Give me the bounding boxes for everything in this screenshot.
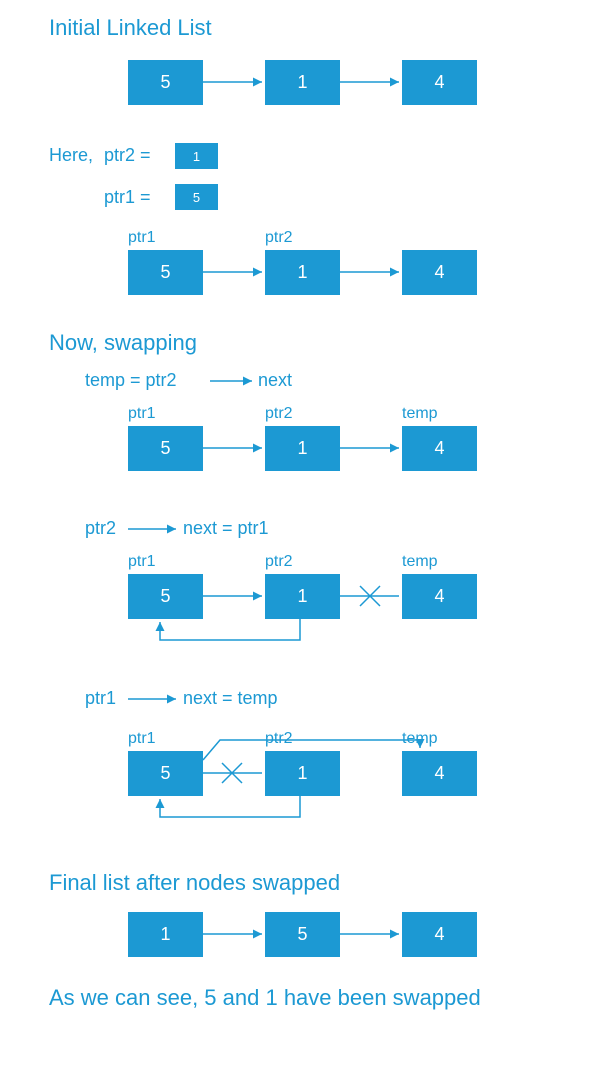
node-row4-a: 5 <box>128 574 203 619</box>
node-row6-a: 1 <box>128 912 203 957</box>
node-row2-a: 5 <box>128 250 203 295</box>
label-row3-ptr2: ptr2 <box>265 405 293 423</box>
node-row1-a: 5 <box>128 60 203 105</box>
label-step2-lhs: ptr2 <box>85 518 116 539</box>
label-row4-ptr1: ptr1 <box>128 553 156 571</box>
node-row5-c: 4 <box>402 751 477 796</box>
mini-node-ptr2: 1 <box>175 143 218 169</box>
label-step3-lhs: ptr1 <box>85 688 116 709</box>
node-row4-b: 1 <box>265 574 340 619</box>
label-step1-next: next <box>258 370 292 391</box>
heading-swapping: Now, swapping <box>49 330 197 356</box>
arrow-row5-loopback <box>160 796 300 817</box>
x-mark-row4-a <box>360 586 380 606</box>
heading-final: Final list after nodes swapped <box>49 870 340 896</box>
label-here: Here, <box>49 145 93 166</box>
node-row6-b: 5 <box>265 912 340 957</box>
label-row5-ptr1: ptr1 <box>128 730 156 748</box>
node-row3-a: 5 <box>128 426 203 471</box>
label-row3-temp: temp <box>402 405 438 423</box>
x-mark-row5-a <box>222 763 242 783</box>
heading-initial: Initial Linked List <box>49 15 212 41</box>
node-row2-b: 1 <box>265 250 340 295</box>
mini-node-ptr1: 5 <box>175 184 218 210</box>
label-row2-ptr2: ptr2 <box>265 229 293 247</box>
label-row4-ptr2: ptr2 <box>265 553 293 571</box>
node-row3-b: 1 <box>265 426 340 471</box>
arrow-row4-loopback <box>160 619 300 640</box>
node-row5-b: 1 <box>265 751 340 796</box>
node-row1-c: 4 <box>402 60 477 105</box>
label-step3-rhs: next = temp <box>183 688 278 709</box>
label-row5-ptr2: ptr2 <box>265 730 293 748</box>
heading-conclusion: As we can see, 5 and 1 have been swapped <box>49 985 481 1011</box>
label-row3-ptr1: ptr1 <box>128 405 156 423</box>
node-row6-c: 4 <box>402 912 477 957</box>
label-ptr2-eq: ptr2 = <box>104 145 151 166</box>
label-row4-temp: temp <box>402 553 438 571</box>
label-ptr1-eq: ptr1 = <box>104 187 151 208</box>
node-row5-a: 5 <box>128 751 203 796</box>
x-mark-row5-b <box>222 763 242 783</box>
node-row3-c: 4 <box>402 426 477 471</box>
x-mark-row4-b <box>360 586 380 606</box>
label-row5-temp: temp <box>402 730 438 748</box>
node-row2-c: 4 <box>402 250 477 295</box>
label-step2-rhs: next = ptr1 <box>183 518 269 539</box>
label-step1-lhs: temp = ptr2 <box>85 370 177 391</box>
label-row2-ptr1: ptr1 <box>128 229 156 247</box>
node-row1-b: 1 <box>265 60 340 105</box>
node-row4-c: 4 <box>402 574 477 619</box>
